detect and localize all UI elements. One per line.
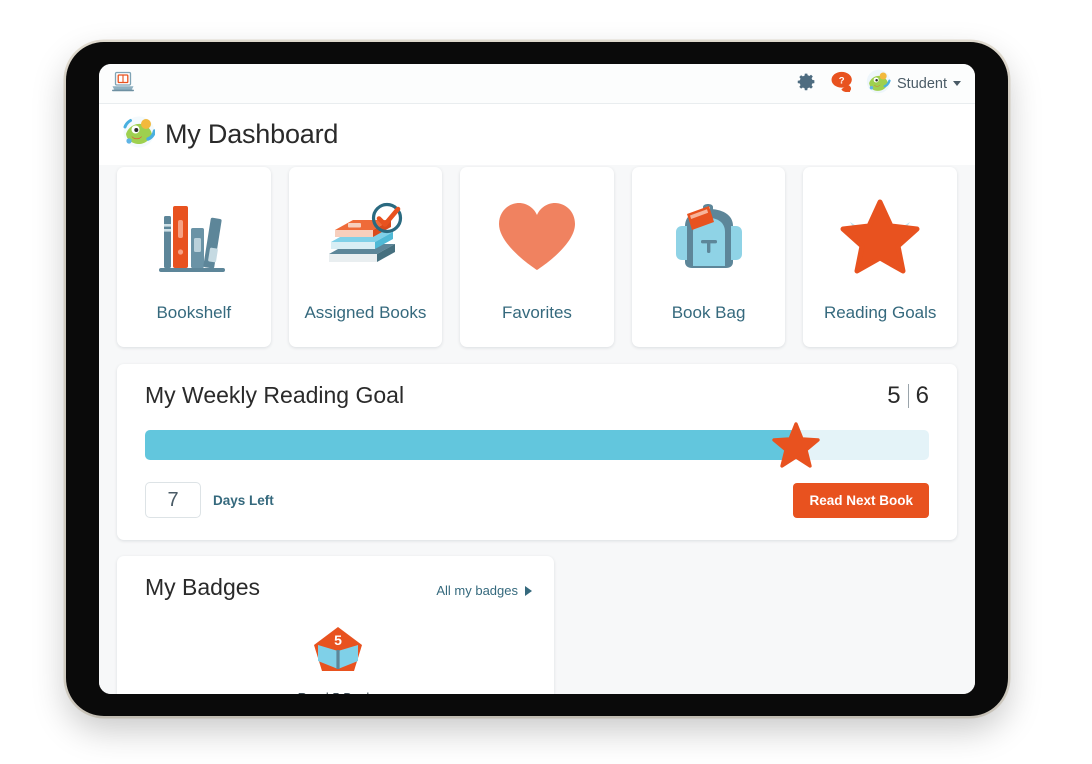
star-marker-icon xyxy=(772,421,820,474)
nav-card-book-bag[interactable]: Book Bag xyxy=(631,167,786,347)
svg-text:?: ? xyxy=(839,75,845,86)
bookshelf-icon xyxy=(151,191,237,283)
heart-icon xyxy=(491,191,583,283)
app-topbar: ? Student xyxy=(99,64,975,104)
days-left-label: Days Left xyxy=(213,492,274,508)
badge-list: 5 Read 5 Books xyxy=(145,623,532,694)
nav-card-bookshelf[interactable]: Bookshelf xyxy=(117,167,271,347)
goal-header: My Weekly Reading Goal 5 6 xyxy=(145,382,929,410)
nav-card-label: Book Bag xyxy=(671,303,746,322)
pentagon-book-badge-icon: 5 xyxy=(310,623,366,684)
goal-footer: 7 Days Left Read Next Book xyxy=(145,482,929,518)
books-check-icon xyxy=(319,191,411,283)
read-next-book-button[interactable]: Read Next Book xyxy=(793,482,929,518)
all-badges-label: All my badges xyxy=(436,583,518,598)
nav-card-assigned-books[interactable]: Assigned Books xyxy=(288,167,443,347)
tablet-screen: ? Student My Dashboard Bookshelf Assigne… xyxy=(99,64,975,694)
chevron-right-icon xyxy=(525,585,532,596)
weekly-reading-goal-panel: My Weekly Reading Goal 5 6 7 Days Left R… xyxy=(117,364,957,540)
progress-fill xyxy=(145,430,796,460)
my-badges-panel: My Badges All my badges 5 xyxy=(117,556,554,694)
badge-label: Read 5 Books xyxy=(298,690,380,694)
dashboard-body: Bookshelf Assigned Books Favorites Book … xyxy=(99,165,975,694)
question-chat-bubble-icon[interactable]: ? xyxy=(830,71,853,97)
nav-card-label: Assigned Books xyxy=(304,303,427,322)
topbar-actions: ? Student xyxy=(796,69,961,99)
nav-card-label: Bookshelf xyxy=(156,303,232,322)
page-title: My Dashboard xyxy=(165,119,339,149)
goal-title: My Weekly Reading Goal xyxy=(145,382,405,408)
nav-card-label: Favorites xyxy=(502,303,572,322)
goal-progress-bar xyxy=(145,422,929,468)
user-menu-label: Student xyxy=(897,75,947,92)
backpack-icon xyxy=(665,191,753,283)
svg-text:5: 5 xyxy=(335,632,343,648)
nav-card-grid: Bookshelf Assigned Books Favorites Book … xyxy=(117,165,957,347)
badges-header: My Badges All my badges xyxy=(145,574,532,601)
laptop-book-icon[interactable] xyxy=(111,71,135,97)
avatar xyxy=(866,69,891,99)
days-left-value: 7 xyxy=(145,482,201,518)
nav-card-favorites[interactable]: Favorites xyxy=(460,167,614,347)
goal-target-value: 6 xyxy=(915,382,929,409)
page-title-avatar xyxy=(123,116,157,153)
nav-card-reading-goals[interactable]: Reading Goals xyxy=(803,167,957,347)
tablet-frame: ? Student My Dashboard Bookshelf Assigne… xyxy=(66,42,1008,716)
chevron-down-icon[interactable] xyxy=(953,81,961,86)
all-my-badges-link[interactable]: All my badges xyxy=(436,583,532,598)
goal-current-value: 5 xyxy=(887,382,901,409)
badges-title: My Badges xyxy=(145,574,261,600)
nav-card-label: Reading Goals xyxy=(823,303,937,322)
page-title-row: My Dashboard xyxy=(99,104,975,165)
badge-item[interactable]: 5 Read 5 Books xyxy=(298,623,380,694)
star-icon xyxy=(834,191,926,283)
goal-counter-divider xyxy=(907,384,909,408)
user-menu[interactable]: Student xyxy=(866,69,961,99)
goal-counter: 5 6 xyxy=(887,382,929,410)
gear-icon[interactable] xyxy=(796,71,817,97)
